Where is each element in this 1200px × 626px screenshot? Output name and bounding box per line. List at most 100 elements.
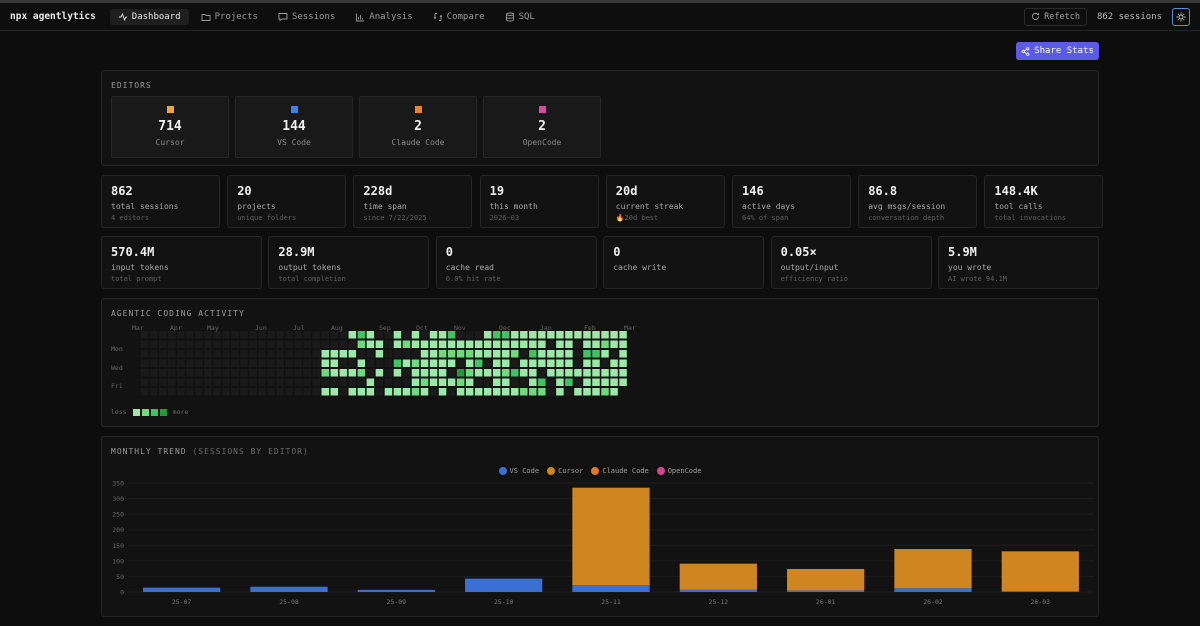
- heatmap-cell: [538, 340, 546, 348]
- heatmap-cell: [411, 369, 420, 377]
- editor-card[interactable]: 144 VS Code: [235, 96, 353, 158]
- heatmap-cell: [538, 369, 546, 377]
- tab-dashboard[interactable]: Dashboard: [109, 8, 189, 25]
- heatmap-cell: [339, 369, 348, 377]
- share-stats-button[interactable]: Share Stats: [1016, 42, 1099, 60]
- bar-segment[interactable]: [894, 549, 972, 589]
- heatmap-cell: [339, 350, 348, 358]
- heatmap-cell: [267, 350, 275, 358]
- bar-segment[interactable]: [1001, 591, 1079, 592]
- heatmap-cell: [465, 388, 474, 396]
- heatmap-cell: [222, 369, 230, 377]
- x-tick-label: 26-03: [1031, 598, 1051, 606]
- legend-item[interactable]: VS Code: [498, 467, 539, 475]
- editor-card[interactable]: 714 Cursor: [111, 96, 229, 158]
- stat-card: 5.9M you wrote AI wrote 94.1M: [938, 236, 1099, 289]
- y-tick-label: 250: [112, 511, 124, 519]
- heatmap-cell: [348, 378, 357, 386]
- heatmap-cell: [565, 378, 573, 386]
- heatmap-cell: [474, 350, 483, 358]
- stat-label: input tokens: [111, 263, 169, 272]
- heatmap-cell: [213, 369, 221, 377]
- heatmap-cell: [492, 378, 501, 386]
- heatmap-cell: [520, 331, 528, 339]
- heatmap-cell: [556, 359, 564, 367]
- heatmap-month-label: Sep: [379, 324, 391, 332]
- heatmap-cell: [547, 369, 555, 377]
- theme-toggle-button[interactable]: [1172, 7, 1190, 26]
- heatmap-cell: [276, 350, 284, 358]
- heatmap-cell: [339, 340, 348, 348]
- heatmap-cell: [231, 359, 239, 367]
- heatmap-cell: [294, 369, 302, 377]
- heatmap-cell: [375, 340, 384, 348]
- heatmap-cell: [312, 388, 320, 396]
- refetch-button[interactable]: Refetch: [1024, 7, 1087, 26]
- activity-panel: AGENTIC CODING ACTIVITY less more Mar Apr…: [101, 298, 1099, 427]
- bar-segment[interactable]: [250, 586, 328, 592]
- heatmap-cell: [357, 331, 366, 339]
- tab-analysis[interactable]: Analysis: [347, 9, 420, 25]
- heatmap-cell: [438, 369, 447, 377]
- stat-label: current streak: [615, 202, 684, 211]
- tab-sql[interactable]: SQL: [497, 9, 543, 25]
- heatmap-cell: [276, 359, 284, 367]
- heatmap-cell: [258, 331, 266, 339]
- editor-card[interactable]: 2 OpenCode: [483, 96, 601, 158]
- heatmap-cell: [538, 350, 546, 358]
- editor-card[interactable]: 2 Claude Code: [359, 96, 477, 158]
- heatmap-cell: [303, 340, 311, 348]
- stat-label: you wrote: [948, 263, 992, 272]
- stat-card: 20 projects unique folders: [227, 175, 347, 228]
- heatmap-cell: [303, 388, 311, 396]
- bar-segment[interactable]: [572, 487, 650, 586]
- heatmap-cell: [592, 359, 600, 367]
- editor-color-swatch: [166, 106, 174, 113]
- legend-item[interactable]: Cursor: [547, 467, 583, 475]
- bar-segment[interactable]: [679, 589, 757, 592]
- bar-segment[interactable]: [787, 590, 865, 592]
- heatmap-cell: [565, 388, 573, 396]
- heatmap-cell: [357, 350, 366, 358]
- tab-sessions[interactable]: Sessions: [270, 9, 343, 25]
- heatmap-cell: [186, 350, 194, 358]
- tab-compare[interactable]: Compare: [425, 9, 493, 25]
- heatmap-cell: [429, 340, 438, 348]
- tab-projects[interactable]: Projects: [193, 9, 266, 25]
- heatmap-cell: [159, 378, 167, 386]
- bar-segment[interactable]: [143, 587, 221, 592]
- heatmap-cell: [520, 350, 528, 358]
- heatmap-cell: [213, 340, 221, 348]
- heatmap-cell: [321, 359, 329, 367]
- heatmap-cell: [159, 331, 167, 339]
- bar-segment[interactable]: [572, 585, 650, 592]
- bar-segment[interactable]: [357, 589, 435, 592]
- bar-segment[interactable]: [1001, 551, 1079, 552]
- heatmap-cell: [529, 340, 537, 348]
- legend-dot: [656, 467, 665, 475]
- heatmap-cell: [474, 359, 483, 367]
- heatmap-cell: [538, 388, 546, 396]
- heatmap-cell: [222, 359, 230, 367]
- editor-count: 714: [158, 119, 182, 134]
- heatmap-cell: [402, 369, 411, 377]
- legend-item[interactable]: Claude Code: [591, 467, 649, 475]
- bar-segment[interactable]: [465, 578, 543, 592]
- heatmap-cell: [547, 350, 555, 358]
- stat-value: 20: [237, 184, 252, 198]
- bar-segment[interactable]: [1001, 551, 1079, 592]
- heatmap-month-label: Jul: [293, 324, 305, 332]
- bar-segment[interactable]: [787, 568, 865, 591]
- heatmap-cell: [186, 369, 194, 377]
- stat-value: 0: [445, 245, 454, 259]
- heatmap-month-label: Jun: [255, 324, 267, 332]
- heatmap-cell: [186, 378, 194, 386]
- heatmap-cell: [429, 369, 438, 377]
- heatmap-cell: [177, 350, 185, 358]
- heatmap-cell: [574, 378, 582, 386]
- editor-name: Claude Code: [391, 138, 445, 147]
- legend-item[interactable]: OpenCode: [656, 467, 701, 475]
- heatmap-cell: [520, 359, 528, 367]
- bar-segment[interactable]: [894, 588, 972, 592]
- bar-segment[interactable]: [679, 563, 757, 590]
